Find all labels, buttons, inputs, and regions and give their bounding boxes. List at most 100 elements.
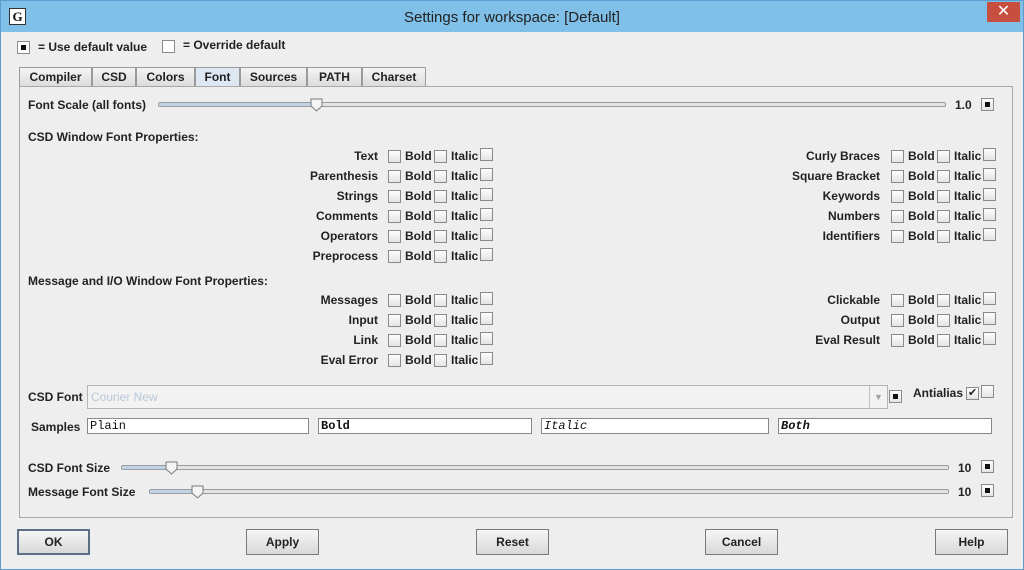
italic-checkbox-link[interactable] [434,334,447,347]
bold-label: Bold [908,293,935,307]
tab-sources[interactable]: Sources [240,67,307,86]
title-bar[interactable]: G Settings for workspace: [Default] ✕ [1,1,1023,32]
bold-label: Bold [908,209,935,223]
csd-font-size-override-checkbox[interactable] [981,460,994,473]
override-checkbox-curly-braces[interactable] [983,148,996,161]
tab-compiler[interactable]: Compiler [19,67,92,86]
bold-checkbox-link[interactable] [388,334,401,347]
message-font-size-slider-thumb[interactable] [191,485,204,499]
override-checkbox-identifiers[interactable] [983,228,996,241]
property-label-input: Input [348,313,378,327]
italic-checkbox-messages[interactable] [434,294,447,307]
italic-checkbox-output[interactable] [937,314,950,327]
reset-button[interactable]: Reset [476,529,549,555]
italic-checkbox-eval-result[interactable] [937,334,950,347]
italic-checkbox-comments[interactable] [434,210,447,223]
italic-label: Italic [954,333,982,347]
italic-label: Italic [954,229,982,243]
bold-checkbox-eval-result[interactable] [891,334,904,347]
antialias-override-checkbox[interactable] [981,385,994,398]
ok-button[interactable]: OK [17,529,90,555]
italic-checkbox-text[interactable] [434,150,447,163]
override-checkbox-keywords[interactable] [983,188,996,201]
antialias-checkbox[interactable] [966,386,979,400]
bold-checkbox-clickable[interactable] [891,294,904,307]
italic-label: Italic [451,149,479,163]
property-label-identifiers: Identifiers [822,229,880,243]
bold-checkbox-output[interactable] [891,314,904,327]
italic-checkbox-square-bracket[interactable] [937,170,950,183]
bold-checkbox-keywords[interactable] [891,190,904,203]
font-scale-slider-thumb[interactable] [310,98,323,112]
bold-checkbox-identifiers[interactable] [891,230,904,243]
csd-font-size-value: 10 [958,461,972,475]
bold-checkbox-parenthesis[interactable] [388,170,401,183]
chevron-down-icon[interactable]: ▼ [869,386,887,408]
override-checkbox-messages[interactable] [480,292,493,305]
italic-checkbox-keywords[interactable] [937,190,950,203]
override-checkbox-eval-result[interactable] [983,332,996,345]
bold-checkbox-comments[interactable] [388,210,401,223]
override-checkbox-text[interactable] [480,148,493,161]
apply-button[interactable]: Apply [246,529,319,555]
italic-checkbox-curly-braces[interactable] [937,150,950,163]
cancel-button[interactable]: Cancel [705,529,778,555]
tab-font[interactable]: Font [195,67,240,87]
sample-bold: Bold [318,418,532,434]
override-checkbox-output[interactable] [983,312,996,325]
bold-label: Bold [405,209,432,223]
override-checkbox-clickable[interactable] [983,292,996,305]
override-checkbox-strings[interactable] [480,188,493,201]
italic-checkbox-operators[interactable] [434,230,447,243]
italic-checkbox-parenthesis[interactable] [434,170,447,183]
csd-font-combobox[interactable]: Courier New ▼ [87,385,888,409]
italic-label: Italic [451,313,479,327]
override-checkbox-input[interactable] [480,312,493,325]
tab-csd[interactable]: CSD [92,67,136,86]
bold-checkbox-preprocess[interactable] [388,250,401,263]
override-checkbox-operators[interactable] [480,228,493,241]
bold-checkbox-eval-error[interactable] [388,354,401,367]
italic-checkbox-input[interactable] [434,314,447,327]
bold-checkbox-text[interactable] [388,150,401,163]
csd-font-properties-heading: CSD Window Font Properties: [28,130,199,144]
override-checkbox-link[interactable] [480,332,493,345]
tab-colors[interactable]: Colors [136,67,195,86]
italic-checkbox-eval-error[interactable] [434,354,447,367]
italic-checkbox-clickable[interactable] [937,294,950,307]
csd-font-size-slider-thumb[interactable] [165,461,178,475]
font-scale-label: Font Scale (all fonts) [28,98,147,112]
italic-checkbox-strings[interactable] [434,190,447,203]
csd-font-size-slider[interactable] [121,465,949,470]
override-checkbox-eval-error[interactable] [480,352,493,365]
property-label-preprocess: Preprocess [312,249,378,263]
bold-checkbox-messages[interactable] [388,294,401,307]
help-button[interactable]: Help [935,529,1008,555]
close-button[interactable]: ✕ [987,2,1020,22]
override-legend-box [162,40,175,53]
property-label-link: Link [353,333,378,347]
override-checkbox-numbers[interactable] [983,208,996,221]
italic-checkbox-preprocess[interactable] [434,250,447,263]
font-scale-slider[interactable] [158,102,946,107]
override-checkbox-comments[interactable] [480,208,493,221]
bold-checkbox-curly-braces[interactable] [891,150,904,163]
italic-label: Italic [451,249,479,263]
csd-font-override-checkbox[interactable] [889,390,902,403]
message-font-size-slider[interactable] [149,489,949,494]
bold-checkbox-input[interactable] [388,314,401,327]
bold-checkbox-numbers[interactable] [891,210,904,223]
bold-checkbox-square-bracket[interactable] [891,170,904,183]
italic-checkbox-numbers[interactable] [937,210,950,223]
override-checkbox-parenthesis[interactable] [480,168,493,181]
tab-path[interactable]: PATH [307,67,362,86]
tab-charset[interactable]: Charset [362,67,426,86]
message-font-size-override-checkbox[interactable] [981,484,994,497]
font-scale-override-checkbox[interactable] [981,98,994,111]
property-label-eval-result: Eval Result [815,333,880,347]
bold-checkbox-operators[interactable] [388,230,401,243]
override-checkbox-preprocess[interactable] [480,248,493,261]
bold-checkbox-strings[interactable] [388,190,401,203]
italic-checkbox-identifiers[interactable] [937,230,950,243]
override-checkbox-square-bracket[interactable] [983,168,996,181]
